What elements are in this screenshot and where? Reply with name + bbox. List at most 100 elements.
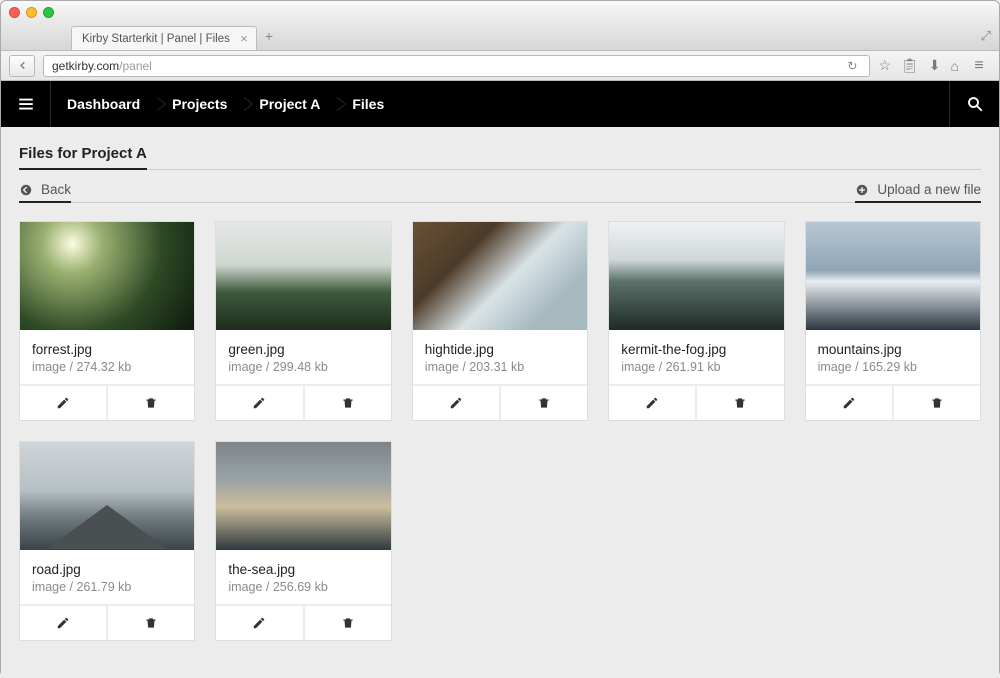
delete-button[interactable] bbox=[697, 386, 783, 420]
back-label: Back bbox=[41, 182, 71, 197]
breadcrumb-projects[interactable]: Projects bbox=[156, 81, 243, 127]
pencil-icon bbox=[252, 396, 266, 410]
home-icon[interactable]: ⌂ bbox=[951, 57, 959, 74]
expand-window-icon[interactable]: ⤢ bbox=[981, 28, 991, 44]
trash-icon bbox=[144, 396, 158, 410]
clipboard-icon[interactable]: 📋︎ bbox=[901, 57, 919, 74]
url-path: /panel bbox=[119, 59, 152, 73]
file-name: hightide.jpg bbox=[425, 342, 575, 357]
file-thumbnail[interactable] bbox=[216, 442, 390, 550]
back-button[interactable]: Back bbox=[19, 182, 71, 203]
close-tab-icon[interactable]: × bbox=[240, 32, 248, 45]
file-info: image / 261.79 kb bbox=[32, 580, 182, 594]
file-card[interactable]: hightide.jpg image / 203.31 kb bbox=[412, 221, 588, 421]
toolbar-icons: ☆ 📋︎ ⬇ ⌂ bbox=[878, 57, 959, 74]
file-actions bbox=[413, 384, 587, 420]
breadcrumb-files[interactable]: Files bbox=[336, 81, 400, 127]
window-titlebar bbox=[1, 1, 999, 23]
file-card[interactable]: road.jpg image / 261.79 kb bbox=[19, 441, 195, 641]
file-info: image / 261.91 kb bbox=[621, 360, 771, 374]
edit-button[interactable] bbox=[806, 386, 894, 420]
breadcrumb-project-a[interactable]: Project A bbox=[243, 81, 336, 127]
page-title: Files for Project A bbox=[19, 145, 147, 170]
edit-button[interactable] bbox=[413, 386, 501, 420]
trash-icon bbox=[537, 396, 551, 410]
edit-button[interactable] bbox=[20, 386, 108, 420]
plus-circle-icon bbox=[855, 183, 869, 197]
delete-button[interactable] bbox=[894, 386, 980, 420]
delete-button[interactable] bbox=[108, 386, 194, 420]
delete-button[interactable] bbox=[305, 606, 391, 640]
file-actions bbox=[609, 384, 783, 420]
pencil-icon bbox=[449, 396, 463, 410]
upload-button[interactable]: Upload a new file bbox=[855, 182, 981, 203]
file-card[interactable]: forrest.jpgimage / 274.32 kb bbox=[19, 221, 195, 421]
file-info: image / 165.29 kb bbox=[818, 360, 968, 374]
file-info: image / 203.31 kb bbox=[425, 360, 575, 374]
file-actions bbox=[20, 384, 194, 420]
file-grid: forrest.jpgimage / 274.32 kb green.jpg ima… bbox=[19, 221, 981, 641]
search-icon bbox=[966, 95, 984, 113]
edit-button[interactable] bbox=[216, 386, 304, 420]
file-meta: road.jpg image / 261.79 kb bbox=[20, 550, 194, 604]
file-name: forrest.jpg bbox=[32, 342, 182, 357]
file-card[interactable]: mountains.jpg image / 165.29 kb bbox=[805, 221, 981, 421]
file-name: road.jpg bbox=[32, 562, 182, 577]
download-icon[interactable]: ⬇ bbox=[929, 57, 941, 74]
minimize-window-icon[interactable] bbox=[26, 7, 37, 18]
file-name: mountains.jpg bbox=[818, 342, 968, 357]
file-meta: forrest.jpgimage / 274.32 kb bbox=[20, 330, 194, 384]
file-thumbnail[interactable] bbox=[806, 222, 980, 330]
file-card[interactable]: kermit-the-fog.jpg image / 261.91 kb bbox=[608, 221, 784, 421]
file-actions bbox=[216, 604, 390, 640]
file-thumbnail[interactable] bbox=[413, 222, 587, 330]
file-thumbnail[interactable] bbox=[20, 222, 194, 330]
edit-button[interactable] bbox=[20, 606, 108, 640]
delete-button[interactable] bbox=[108, 606, 194, 640]
pencil-icon bbox=[842, 396, 856, 410]
file-card[interactable]: the-sea.jpgimage / 256.69 kb bbox=[215, 441, 391, 641]
file-actions bbox=[20, 604, 194, 640]
bookmark-icon[interactable]: ☆ bbox=[878, 57, 891, 74]
delete-button[interactable] bbox=[305, 386, 391, 420]
arrow-left-icon bbox=[17, 60, 28, 71]
edit-button[interactable] bbox=[216, 606, 304, 640]
browser-menu-icon[interactable]: ≡ bbox=[967, 57, 991, 75]
file-info: image / 299.48 kb bbox=[228, 360, 378, 374]
file-actions bbox=[806, 384, 980, 420]
search-button[interactable] bbox=[949, 81, 999, 127]
address-bar[interactable]: getkirby.com/panel ↻ bbox=[43, 55, 870, 77]
file-meta: the-sea.jpgimage / 256.69 kb bbox=[216, 550, 390, 604]
reload-icon[interactable]: ↻ bbox=[847, 59, 861, 73]
trash-icon bbox=[930, 396, 944, 410]
menu-button[interactable] bbox=[1, 81, 51, 127]
file-card[interactable]: green.jpg image / 299.48 kb bbox=[215, 221, 391, 421]
url-host: getkirby.com bbox=[52, 59, 119, 73]
browser-tab[interactable]: Kirby Starterkit | Panel | Files × bbox=[71, 26, 257, 50]
new-tab-icon[interactable]: + bbox=[265, 28, 273, 44]
file-meta: kermit-the-fog.jpg image / 261.91 kb bbox=[609, 330, 783, 384]
breadcrumb: Dashboard Projects Project A Files bbox=[51, 81, 400, 127]
close-window-icon[interactable] bbox=[9, 7, 20, 18]
browser-tabbar: Kirby Starterkit | Panel | Files × + ⤢ bbox=[1, 23, 999, 51]
file-actions bbox=[216, 384, 390, 420]
trash-icon bbox=[144, 616, 158, 630]
file-name: the-sea.jpg bbox=[228, 562, 378, 577]
tab-title: Kirby Starterkit | Panel | Files bbox=[82, 33, 230, 45]
file-meta: hightide.jpg image / 203.31 kb bbox=[413, 330, 587, 384]
file-thumbnail[interactable] bbox=[609, 222, 783, 330]
back-nav-button[interactable] bbox=[9, 55, 35, 77]
page-toolbar: Back Upload a new file bbox=[19, 182, 981, 203]
content-area: Files for Project A Back Upload a new fi… bbox=[1, 127, 999, 678]
edit-button[interactable] bbox=[609, 386, 697, 420]
breadcrumb-dashboard[interactable]: Dashboard bbox=[51, 81, 156, 127]
file-name: kermit-the-fog.jpg bbox=[621, 342, 771, 357]
delete-button[interactable] bbox=[501, 386, 587, 420]
trash-icon bbox=[733, 396, 747, 410]
file-name: green.jpg bbox=[228, 342, 378, 357]
file-thumbnail[interactable] bbox=[20, 442, 194, 550]
zoom-window-icon[interactable] bbox=[43, 7, 54, 18]
file-thumbnail[interactable] bbox=[216, 222, 390, 330]
trash-icon bbox=[341, 396, 355, 410]
browser-toolbar: getkirby.com/panel ↻ ☆ 📋︎ ⬇ ⌂ ≡ bbox=[1, 51, 999, 81]
